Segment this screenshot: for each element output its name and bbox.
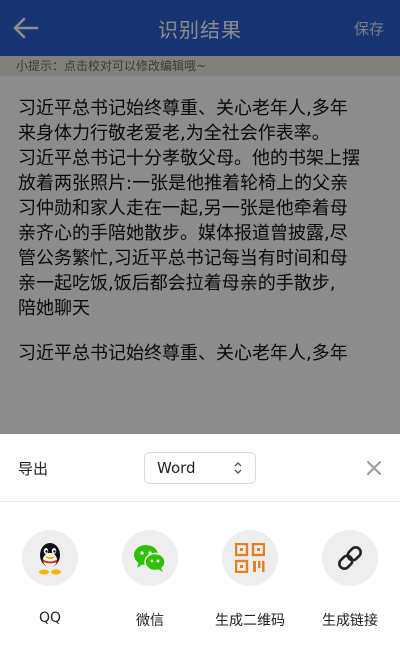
share-qrcode-circle (222, 530, 278, 586)
modal-overlay[interactable] (0, 0, 400, 434)
format-select[interactable]: Word (144, 452, 256, 484)
export-label: 导出 (18, 460, 49, 478)
qq-icon (39, 543, 61, 575)
close-icon[interactable] (366, 460, 382, 476)
share-wechat-button[interactable]: 微信 (100, 530, 200, 630)
share-label: QQ (38, 610, 62, 626)
export-sheet: 导出 Word QQ 微信 生成二维码 生成链接 (0, 434, 400, 666)
qrcode-icon (235, 543, 265, 573)
select-arrows-icon (234, 462, 242, 474)
export-row: 导出 Word (0, 434, 400, 502)
wechat-icon (134, 545, 166, 572)
link-icon (338, 546, 362, 570)
share-wechat-circle (122, 530, 178, 586)
share-link-circle (322, 530, 378, 586)
share-label: 微信 (136, 613, 164, 629)
share-options: QQ 微信 生成二维码 生成链接 (0, 530, 400, 660)
share-qq-button[interactable]: QQ (0, 530, 100, 630)
format-select-value: Word (157, 459, 196, 477)
share-qq-circle (22, 530, 78, 586)
share-label: 生成二维码 (215, 613, 285, 629)
share-label: 生成链接 (322, 613, 378, 629)
share-qrcode-button[interactable]: 生成二维码 (200, 530, 300, 630)
share-link-button[interactable]: 生成链接 (300, 530, 400, 630)
